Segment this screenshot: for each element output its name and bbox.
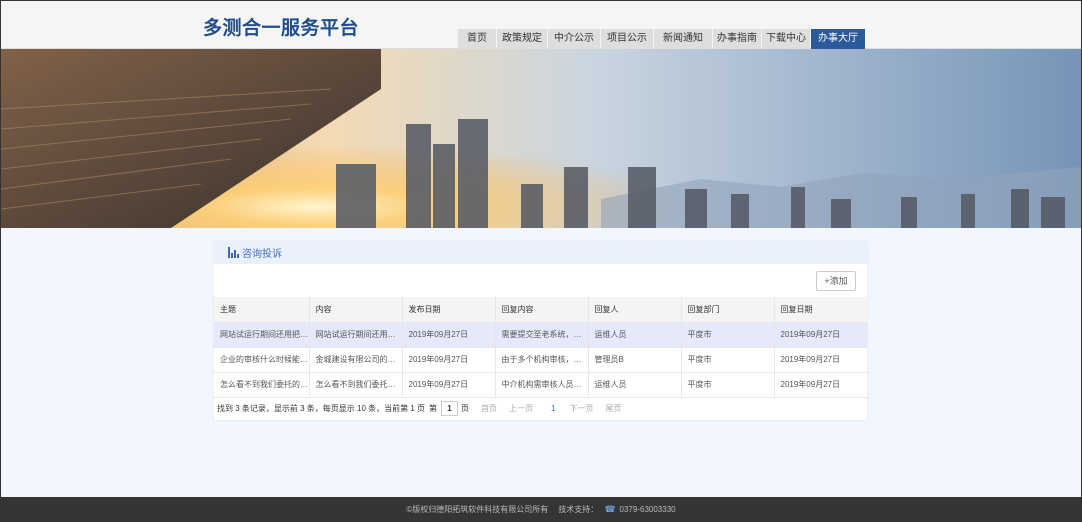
toolbar: +添加 — [214, 264, 867, 297]
table-cell: 2019年09月27日 — [402, 372, 496, 398]
last-page-link[interactable]: 尾页 — [605, 403, 621, 414]
table-cell: 2019年09月27日 — [402, 347, 496, 373]
column-header: 回复人 — [588, 297, 682, 323]
hero-banner — [1, 49, 1081, 228]
support-label: 技术支持： — [558, 504, 599, 514]
column-header: 回复部门 — [681, 297, 775, 323]
nav-item-project-notice[interactable]: 项目公示 — [601, 29, 653, 49]
table-cell: 运维人员 — [588, 322, 682, 348]
table-cell: 企业的审核什么时候能通... — [214, 347, 310, 373]
pager-summary: 找到 3 条记录，显示前 3 条，每页显示 10 条，当前第 1 页 — [217, 404, 426, 413]
table-cell: 网站试运行期间还用把自... — [214, 322, 310, 348]
table-cell: 需要提交至老系统，待... — [495, 322, 589, 348]
column-header: 发布日期 — [402, 297, 496, 323]
table-cell: 运维人员 — [588, 372, 682, 398]
nav-item-download[interactable]: 下载中心 — [762, 29, 810, 49]
bar-chart-icon — [228, 247, 239, 258]
column-header: 回复内容 — [495, 297, 589, 323]
table-row[interactable]: 企业的审核什么时候能通... 金城建设有限公司的审... 2019年09月27日 由于… — [214, 347, 867, 373]
table-row[interactable]: 网站试运行期间还用把自... 网站试运行期间还用把... 2019年09月27日 需要… — [214, 322, 867, 348]
pagination: 找到 3 条记录，显示前 3 条，每页显示 10 条，当前第 1 页 第 1 页… — [214, 398, 867, 420]
consultation-panel: 咨询投诉 +添加 主题 内容 发布日期 回复内容 回复人 回复部门 回复日期 网站试运行期间… — [214, 241, 867, 420]
footer: ©版权归德阳拓筑软件科技有限公司所有 技术支持： ☎ 0379-63003330 — [1, 497, 1081, 521]
site-title: 多测合一服务平台 — [203, 18, 360, 39]
consultation-table: 主题 内容 发布日期 回复内容 回复人 回复部门 回复日期 网站试运行期间还用把自... 网站… — [214, 297, 867, 398]
current-page-link[interactable]: 1 — [551, 404, 555, 413]
pager-prefix: 第 — [429, 404, 438, 413]
table-cell: 平度市 — [681, 372, 775, 398]
table-cell: 平度市 — [681, 347, 775, 373]
table-cell: 2019年09月27日 — [774, 372, 867, 398]
nav-item-guide[interactable]: 办事指南 — [713, 29, 761, 49]
table-cell: 2019年09月27日 — [402, 322, 496, 348]
support-phone: 0379-63003330 — [619, 504, 676, 514]
page-number-input[interactable]: 1 — [441, 401, 459, 416]
phone-icon: ☎ — [604, 503, 616, 514]
nav-item-policy[interactable]: 政策规定 — [497, 29, 547, 49]
prev-page-link[interactable]: 上一页 — [509, 403, 533, 414]
column-header: 主题 — [214, 297, 310, 323]
city-skyline-image — [1, 49, 1081, 228]
column-header: 回复日期 — [774, 297, 867, 323]
header: 多测合一服务平台 首页 政策规定 中介公示 项目公示 新闻通知 办事指南 下载中心 办事大厅 — [1, 1, 1081, 49]
table-cell: 由于多个机构审核，需... — [495, 347, 589, 373]
first-page-link[interactable]: 首页 — [481, 403, 497, 414]
table-cell: 平度市 — [681, 322, 775, 348]
panel-header: 咨询投诉 — [214, 241, 867, 264]
nav-item-news[interactable]: 新闻通知 — [654, 29, 712, 49]
nav-item-service-hall[interactable]: 办事大厅 — [811, 29, 865, 49]
pager-suffix: 页 — [461, 404, 470, 413]
table-cell: 怎么看不到我们委托的... — [309, 372, 403, 398]
table-cell: 怎么看不到我们委托的中... — [214, 372, 310, 398]
table-cell: 管理员B — [588, 347, 682, 373]
table-cell: 中介机构需审核人员进... — [495, 372, 589, 398]
column-header: 内容 — [309, 297, 403, 323]
nav-item-agency-notice[interactable]: 中介公示 — [548, 29, 600, 49]
table-cell: 金城建设有限公司的审... — [309, 347, 403, 373]
table-cell: 2019年09月27日 — [774, 322, 867, 348]
copyright-text: ©版权归德阳拓筑软件科技有限公司所有 — [406, 504, 549, 514]
table-row[interactable]: 怎么看不到我们委托的中... 怎么看不到我们委托的... 2019年09月27日 中介… — [214, 372, 867, 398]
table-cell: 2019年09月27日 — [774, 347, 867, 373]
next-page-link[interactable]: 下一页 — [569, 403, 593, 414]
table-cell: 网站试运行期间还用把... — [309, 322, 403, 348]
panel-title: 咨询投诉 — [242, 249, 282, 260]
table-header-row: 主题 内容 发布日期 回复内容 回复人 回复部门 回复日期 — [214, 297, 867, 323]
nav-item-home[interactable]: 首页 — [458, 29, 496, 49]
main-nav: 首页 政策规定 中介公示 项目公示 新闻通知 办事指南 下载中心 办事大厅 — [458, 29, 866, 49]
add-button[interactable]: +添加 — [816, 271, 856, 291]
